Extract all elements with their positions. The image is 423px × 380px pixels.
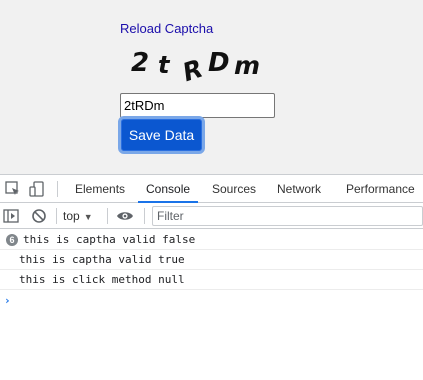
- console-message: this is captha valid true: [0, 250, 423, 270]
- captcha-input[interactable]: [120, 93, 275, 118]
- console-message-text: this is captha valid false: [23, 233, 196, 246]
- toolbar-divider: [56, 208, 57, 224]
- console-message: 6 this is captha valid false: [0, 230, 423, 250]
- captcha-char: 2: [131, 48, 150, 78]
- page-viewport: Reload Captcha 2 t R D m Save Data: [0, 0, 423, 174]
- console-prompt-icon[interactable]: ›: [4, 294, 11, 307]
- console-sidebar-icon[interactable]: [2, 207, 20, 225]
- caret-down-icon: ▼: [83, 212, 93, 222]
- context-selector[interactable]: top ▼: [63, 203, 93, 229]
- reload-captcha-link[interactable]: Reload Captcha: [120, 21, 213, 36]
- console-message-text: this is click method null: [19, 273, 185, 286]
- tab-sources[interactable]: Sources: [204, 175, 264, 203]
- repeat-count-badge: 6: [6, 234, 18, 246]
- captcha-char: t: [158, 51, 170, 79]
- console-toolbar: top ▼: [0, 203, 423, 229]
- tab-elements[interactable]: Elements: [67, 175, 133, 203]
- clear-console-icon[interactable]: [30, 207, 48, 225]
- console-message: this is click method null: [0, 270, 423, 290]
- toolbar-divider: [57, 181, 58, 197]
- captcha-char: R: [178, 53, 207, 88]
- live-expression-eye-icon[interactable]: [116, 207, 134, 225]
- tab-console[interactable]: Console: [138, 175, 199, 203]
- console-messages: 6 this is captha valid false this is cap…: [0, 230, 423, 290]
- devtools-tab-bar: Elements Console Sources Network Perform…: [0, 175, 423, 203]
- toolbar-divider: [144, 208, 145, 224]
- save-data-button[interactable]: Save Data: [118, 116, 205, 154]
- toolbar-divider: [107, 208, 108, 224]
- console-message-text: this is captha valid true: [19, 253, 185, 266]
- tab-network[interactable]: Network: [269, 175, 329, 203]
- tab-performance[interactable]: Performance: [338, 175, 423, 203]
- captcha-char: m: [234, 51, 261, 80]
- inspect-element-icon[interactable]: [4, 180, 22, 198]
- context-selector-label: top: [63, 209, 80, 223]
- captcha-char: D: [208, 48, 230, 78]
- captcha-image: 2 t R D m: [120, 44, 280, 88]
- device-toolbar-icon[interactable]: [28, 180, 46, 198]
- console-filter-input[interactable]: [152, 206, 423, 226]
- devtools-panel: Elements Console Sources Network Perform…: [0, 174, 423, 380]
